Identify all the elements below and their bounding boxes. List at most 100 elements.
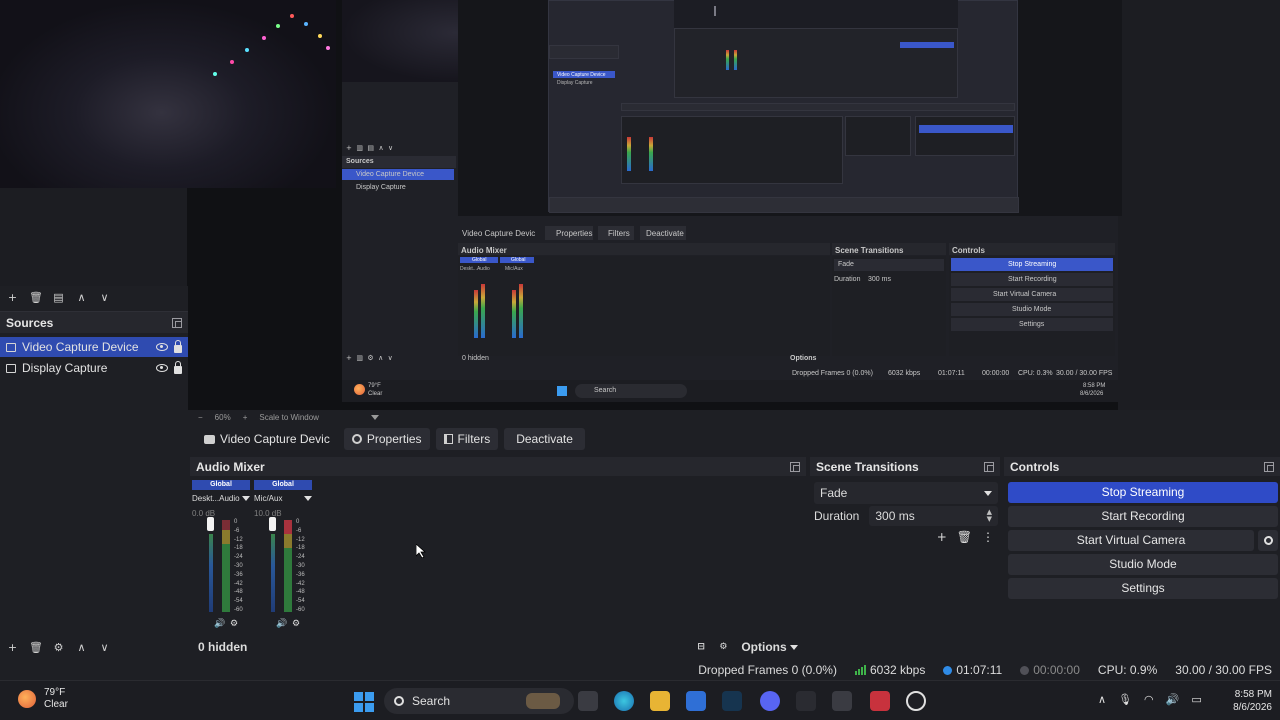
task-view-icon[interactable] xyxy=(578,691,598,711)
volume-fader[interactable] xyxy=(207,517,214,531)
lock-icon[interactable] xyxy=(174,360,182,374)
nested-weather-desc: Clear xyxy=(368,391,383,397)
studio-mode-button[interactable]: Studio Mode xyxy=(1008,554,1278,575)
scene-filters-icon[interactable]: ▤ xyxy=(52,291,65,304)
channel-settings-icon[interactable]: ⚙ xyxy=(230,620,238,629)
app-icon-red[interactable] xyxy=(870,691,890,711)
source-item-video-capture[interactable]: Video Capture Device xyxy=(0,337,188,357)
lock-icon[interactable] xyxy=(174,339,182,353)
dropped-frames: Dropped Frames 0 (0.0%) xyxy=(698,663,837,677)
app-icon[interactable] xyxy=(832,691,852,711)
wifi-icon[interactable]: ◠ xyxy=(1144,693,1154,706)
remove-transition-icon[interactable]: 🗑 xyxy=(957,530,972,544)
nested-start-virtual-camera: Start Virtual Camera xyxy=(993,291,1057,298)
duration-input[interactable]: 300 ms ▲ ▼ xyxy=(869,506,998,526)
mouse-cursor-icon xyxy=(416,544,426,558)
bitrate: 6032 kbps xyxy=(869,663,926,677)
controls-dock: Controls Stop Streaming Start Recording … xyxy=(1004,457,1280,656)
vu-meter xyxy=(284,520,292,612)
deactivate-button[interactable]: Deactivate xyxy=(504,428,585,450)
undock-icon[interactable] xyxy=(1264,461,1274,472)
move-source-down-icon[interactable]: ∨ xyxy=(98,641,111,654)
start-virtual-camera-button[interactable]: Start Virtual Camera xyxy=(1008,530,1254,551)
windows-start-icon[interactable] xyxy=(354,692,374,712)
zoom-in-button[interactable]: + xyxy=(243,413,248,422)
settings-button[interactable]: Settings xyxy=(1008,578,1278,599)
audio-mixer-header: Audio Mixer xyxy=(190,457,806,476)
nested-ch1-name: Deskt...Audio xyxy=(460,266,490,272)
source-context-bar: Video Capture Devic Properties Filters D… xyxy=(188,426,1280,452)
speaker-icon[interactable]: 🔊 xyxy=(214,620,225,629)
options-button[interactable]: Options xyxy=(741,640,798,654)
tray-chevron-icon[interactable]: ∧ xyxy=(1098,693,1106,706)
filters-button[interactable]: Filters xyxy=(435,428,499,450)
source-label: Display Capture xyxy=(22,361,108,375)
nested-audio-mixer-title: Audio Mixer xyxy=(461,246,507,255)
source-properties-icon[interactable]: ⚙ xyxy=(52,641,65,654)
speaker-icon[interactable]: 🔊 xyxy=(276,620,287,629)
virtual-camera-settings-button[interactable] xyxy=(1258,530,1278,551)
add-transition-icon[interactable]: + xyxy=(937,530,947,544)
source-item-display-capture[interactable]: Display Capture xyxy=(0,358,188,378)
sources-title: Sources xyxy=(6,315,54,330)
transition-select[interactable]: Fade xyxy=(814,482,998,504)
file-explorer-icon[interactable] xyxy=(650,691,670,711)
layout-icon[interactable]: ⊟ xyxy=(697,642,705,651)
move-down-icon[interactable]: ∨ xyxy=(98,291,111,304)
program-preview[interactable]: + ▥ ▤ ∧ ∨ Sources Video Capture Device D… xyxy=(0,0,1280,410)
store-icon[interactable] xyxy=(686,691,706,711)
visibility-eye-icon[interactable] xyxy=(156,364,168,372)
nested-duration-value: 300 ms xyxy=(868,276,891,283)
nested-ctx-properties: Properties xyxy=(556,229,593,238)
sources-header: Sources xyxy=(0,311,188,333)
zoom-out-button[interactable]: − xyxy=(198,413,203,422)
scale-mode[interactable]: Scale to Window xyxy=(259,413,319,422)
remove-source-icon[interactable]: 🗑 xyxy=(29,641,43,654)
spin-arrows-icon[interactable]: ▲ ▼ xyxy=(987,509,992,523)
scale-mode-dropdown-icon[interactable] xyxy=(370,414,379,420)
channel-menu-icon[interactable] xyxy=(242,496,250,501)
channel-menu-icon[interactable] xyxy=(304,496,312,501)
edge-browser-icon[interactable] xyxy=(614,691,634,711)
audio-channel-mic: Global Mic/Aux 10.0 dB 0 -6 -12 -18 -24 … xyxy=(254,480,312,630)
nested-status-cpu: CPU: 0.3% xyxy=(1018,370,1053,377)
properties-button[interactable]: Properties xyxy=(343,428,430,450)
clock[interactable]: 8:58 PM 8/6/2026 xyxy=(1214,688,1272,714)
microphone-icon[interactable]: 🎙 xyxy=(1118,693,1132,706)
discord-icon[interactable] xyxy=(760,691,780,711)
volume-fader[interactable] xyxy=(269,517,276,531)
nested-ch2-label: Global xyxy=(511,257,526,263)
temperature: 79°F xyxy=(44,687,66,698)
move-up-icon[interactable]: ∧ xyxy=(75,291,88,304)
transition-menu-icon[interactable]: ⋮ xyxy=(982,530,994,544)
transition-selected: Fade xyxy=(820,486,848,500)
obs-icon[interactable] xyxy=(906,691,926,711)
visibility-eye-icon[interactable] xyxy=(156,343,168,351)
volume-icon[interactable]: 🔊 xyxy=(1166,693,1180,706)
recording-indicator-icon xyxy=(1020,665,1030,675)
battery-icon[interactable]: ▭ xyxy=(1191,693,1201,706)
stop-streaming-button[interactable]: Stop Streaming xyxy=(1008,482,1278,503)
advanced-audio-icon[interactable]: ⚙ xyxy=(719,642,727,651)
vu-meter xyxy=(222,520,230,612)
taskbar-search[interactable]: Search xyxy=(384,688,574,714)
start-recording-button[interactable]: Start Recording xyxy=(1008,506,1278,527)
add-scene-icon[interactable]: + xyxy=(6,291,19,304)
stream-time: 01:07:11 xyxy=(956,663,1003,677)
context-source-label: Video Capture Devic xyxy=(220,432,330,446)
weather-widget[interactable]: 79°F Clear xyxy=(18,687,68,711)
search-highlight-image xyxy=(526,693,560,709)
channel-settings-icon[interactable]: ⚙ xyxy=(292,620,300,629)
undock-icon[interactable] xyxy=(790,461,800,472)
nested-controls-title: Controls xyxy=(952,246,985,255)
undock-icon[interactable] xyxy=(984,461,994,472)
remove-scene-icon[interactable]: 🗑 xyxy=(29,291,43,304)
nested-ch2-name: Mic/Aux xyxy=(505,266,523,272)
audio-mixer-title: Audio Mixer xyxy=(196,459,265,474)
undock-icon[interactable] xyxy=(172,317,182,328)
steam-icon[interactable] xyxy=(722,691,742,711)
game-app-icon[interactable] xyxy=(796,691,816,711)
add-source-icon[interactable]: + xyxy=(6,641,19,654)
move-source-up-icon[interactable]: ∧ xyxy=(75,641,88,654)
nested-transitions-title: Scene Transitions xyxy=(835,246,904,255)
